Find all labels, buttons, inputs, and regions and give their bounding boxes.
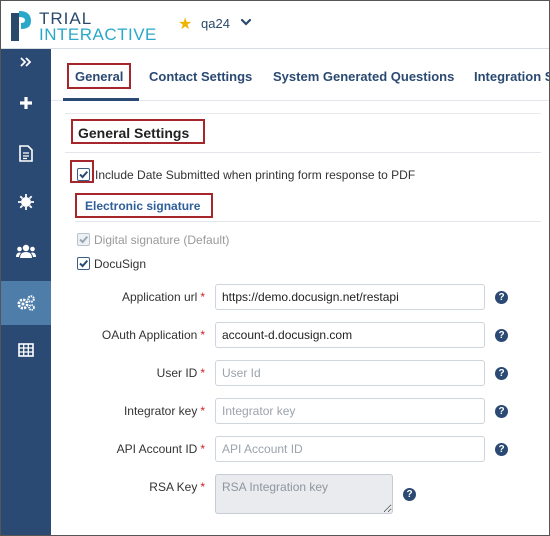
integrator-key-input[interactable] [215,398,485,424]
required-marker: * [200,442,205,456]
rsa-key-label: RSA Key * [149,480,205,494]
annotation-highlight-general-tab [67,63,131,89]
active-tab-indicator [63,98,139,101]
annotation-highlight-include-date-checkbox [70,160,94,183]
app-logo[interactable]: TRIAL INTERACTIVE [9,5,156,45]
required-marker: * [200,328,205,342]
api-account-id-label: API Account ID * [116,442,205,456]
application-url-input[interactable] [215,284,485,310]
required-marker: * [200,366,205,380]
required-marker: * [200,404,205,418]
cogs-icon [17,295,35,311]
oauth-application-input[interactable] [215,322,485,348]
user-id-label: User ID * [156,366,205,380]
plus-icon [20,97,32,109]
sidebar-item-tables[interactable] [1,330,51,370]
sidebar-item-events[interactable] [1,182,51,222]
oauth-application-label: OAuth Application * [101,328,205,342]
chevron-down-icon[interactable] [239,15,253,29]
tab-system-generated-questions[interactable]: System Generated Questions [273,69,454,84]
favorite-star-icon[interactable]: ★ [178,14,192,34]
divider [65,152,541,153]
docusign-checkbox[interactable] [77,257,90,270]
burst-icon [18,194,34,210]
help-icon[interactable]: ? [495,367,508,380]
sidebar-item-add[interactable] [1,83,51,123]
help-icon[interactable]: ? [495,291,508,304]
double-chevron-right-icon [20,57,32,67]
users-icon [16,244,36,258]
table-icon [18,343,34,357]
required-marker: * [200,480,205,494]
tab-integration-settings[interactable]: Integration Settings [474,69,549,84]
annotation-highlight-section-title [71,119,205,144]
rsa-key-textarea[interactable] [215,474,393,514]
api-account-id-input[interactable] [215,436,485,462]
help-icon[interactable]: ? [495,329,508,342]
general-settings-panel: General Settings Include Date Submitted … [65,113,541,535]
docusign-label: DocuSign [94,257,147,271]
help-icon[interactable]: ? [403,488,416,501]
user-id-input[interactable] [215,360,485,386]
top-bar: TRIAL INTERACTIVE ★ qa24 [1,1,549,49]
checkmark-icon [79,259,89,268]
required-marker: * [200,290,205,304]
sidebar-item-documents[interactable] [1,133,51,173]
sidebar-item-users[interactable] [1,231,51,271]
sidebar-collapse-button[interactable] [1,49,51,75]
document-icon [19,144,33,162]
app-window: TRIAL INTERACTIVE ★ qa24 General Contact… [0,0,550,536]
integrator-key-label: Integrator key * [123,404,205,418]
logo-text-line2: INTERACTIVE [39,25,157,44]
help-icon[interactable]: ? [495,405,508,418]
include-date-label: Include Date Submitted when printing for… [95,168,416,182]
help-icon[interactable]: ? [495,443,508,456]
annotation-highlight-electronic-signature [75,193,213,218]
project-selector[interactable]: qa24 [201,16,230,31]
sidebar [1,49,51,535]
sidebar-item-settings[interactable] [1,281,51,325]
digital-signature-checkbox [77,233,90,246]
digital-signature-label: Digital signature (Default) [94,233,230,247]
logo-mark-icon [11,11,31,41]
checkmark-icon [79,235,89,244]
divider [75,221,541,222]
application-url-label: Application url * [121,290,205,304]
tab-contact-settings[interactable]: Contact Settings [149,69,252,84]
